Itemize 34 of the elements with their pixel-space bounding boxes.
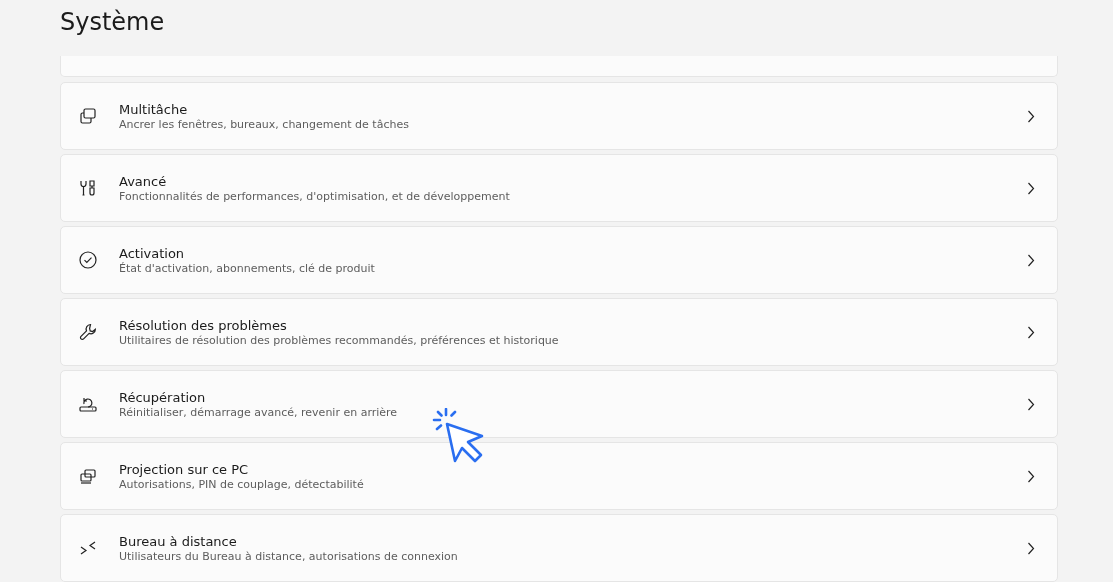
settings-row[interactable]: Résolution des problèmes Utilitaires de résolution des problèmes recommandés, préférences et historique bbox=[60, 298, 1058, 366]
row-title: Bureau à distance bbox=[119, 533, 238, 549]
settings-row[interactable]: Activation État d'activation, abonnements, clé de produit bbox=[60, 226, 1058, 294]
settings-row[interactable]: Bureau à distance Utilisateurs du Bureau à distance, autorisations de connexion bbox=[60, 514, 1058, 582]
row-description: Autorisations, PIN de couplage, détectabilité bbox=[119, 477, 365, 491]
row-description: Utilitaires de résolution des problèmes recommandés, préférences et historique bbox=[119, 333, 560, 347]
chevron-right-icon bbox=[1027, 469, 1035, 483]
windows-icon bbox=[78, 106, 98, 126]
checkmark-circle-icon bbox=[78, 250, 98, 270]
chevron-right-icon bbox=[1027, 109, 1035, 123]
chevron-right-icon bbox=[1027, 253, 1035, 267]
chevron-right-icon bbox=[1027, 397, 1035, 411]
chevron-right-icon bbox=[1027, 325, 1035, 339]
row-description: État d'activation, abonnements, clé de produit bbox=[119, 261, 376, 275]
row-title: Résolution des problèmes bbox=[119, 317, 288, 333]
settings-row[interactable]: Récupération Réinitialiser, démarrage avancé, revenir en arrière bbox=[60, 370, 1058, 438]
chevron-right-icon bbox=[1027, 541, 1035, 555]
settings-row[interactable]: Avancé Fonctionnalités de performances, d'optimisation, et de développement bbox=[60, 154, 1058, 222]
row-description: Utilisateurs du Bureau à distance, autorisations de connexion bbox=[119, 549, 459, 563]
settings-row[interactable]: Projection sur ce PC Autorisations, PIN de couplage, détectabilité bbox=[60, 442, 1058, 510]
row-description: Fonctionnalités de performances, d'optimisation, et de développement bbox=[119, 189, 511, 203]
row-title: Projection sur ce PC bbox=[119, 461, 250, 477]
row-title: Récupération bbox=[119, 389, 207, 405]
row-description: Ancrer les fenêtres, bureaux, changement de tâches bbox=[119, 117, 410, 131]
chevron-right-icon bbox=[1027, 181, 1035, 195]
monitors-icon bbox=[78, 466, 98, 486]
tools-icon bbox=[78, 178, 98, 198]
row-title: Activation bbox=[119, 245, 186, 261]
wrench-icon bbox=[78, 322, 98, 342]
settings-row[interactable]: Multitâche Ancrer les fenêtres, bureaux, changement de tâches bbox=[60, 82, 1058, 150]
row-title: Avancé bbox=[119, 173, 168, 189]
row-description: Réinitialiser, démarrage avancé, revenir en arrière bbox=[119, 405, 399, 419]
row-title: Multitâche bbox=[119, 101, 189, 117]
page-title: Système bbox=[59, 7, 166, 36]
